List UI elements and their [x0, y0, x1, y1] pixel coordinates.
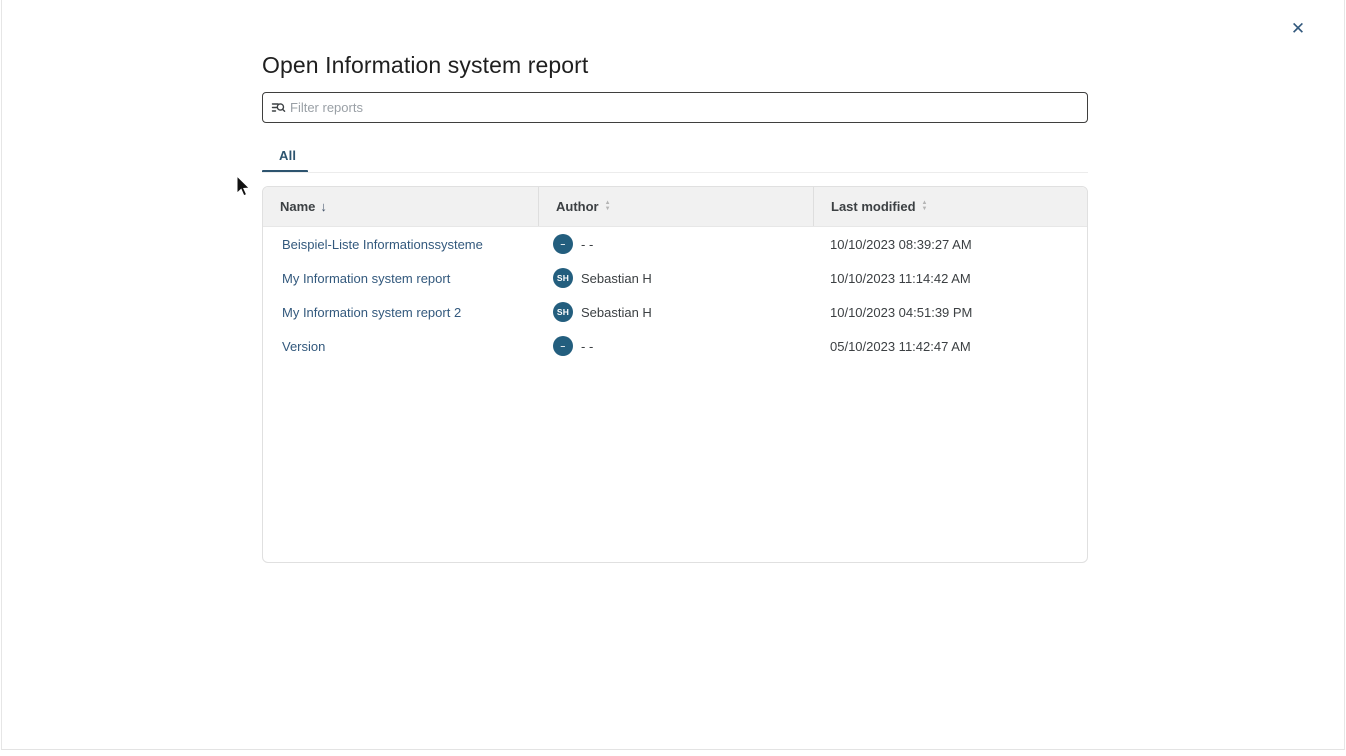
report-name-link[interactable]: Beispiel-Liste Informationssysteme	[282, 237, 483, 252]
table-row: My Information system report SH Sebastia…	[263, 261, 1087, 295]
last-modified-value: 10/10/2023 08:39:27 AM	[830, 237, 972, 252]
column-header-last-modified[interactable]: Last modified ▲ ▼	[813, 187, 1088, 226]
column-header-name[interactable]: Name ↓	[263, 187, 538, 226]
author-avatar: SH	[553, 302, 573, 322]
column-header-author[interactable]: Author ▲ ▼	[538, 187, 813, 226]
column-header-author-label: Author	[556, 199, 599, 214]
author-name: - -	[581, 339, 593, 354]
filter-input-container	[262, 92, 1088, 123]
author-name: Sebastian H	[581, 305, 652, 320]
last-modified-value: 10/10/2023 04:51:39 PM	[830, 305, 972, 320]
report-name-link[interactable]: My Information system report	[282, 271, 450, 286]
reports-table: Name ↓ Author ▲ ▼ Last modified ▲ ▼	[262, 186, 1088, 563]
author-name: - -	[581, 237, 593, 252]
author-avatar: –	[553, 336, 573, 356]
report-name-link[interactable]: My Information system report 2	[282, 305, 461, 320]
report-name-link[interactable]: Version	[282, 339, 325, 354]
author-avatar: –	[553, 234, 573, 254]
last-modified-value: 05/10/2023 11:42:47 AM	[830, 339, 971, 354]
column-header-last-modified-label: Last modified	[831, 199, 916, 214]
table-row: Version – - - 05/10/2023 11:42:47 AM	[263, 329, 1087, 363]
close-icon[interactable]: ✕	[1286, 16, 1310, 40]
table-row: Beispiel-Liste Informationssysteme – - -…	[263, 227, 1087, 261]
last-modified-value: 10/10/2023 11:14:42 AM	[830, 271, 971, 286]
author-name: Sebastian H	[581, 271, 652, 286]
sort-both-icon: ▲ ▼	[922, 201, 928, 212]
filter-reports-input[interactable]	[290, 100, 1079, 115]
sort-both-icon: ▲ ▼	[605, 201, 611, 212]
author-avatar: SH	[553, 268, 573, 288]
tab-all[interactable]: All	[262, 140, 313, 170]
table-body: Beispiel-Liste Informationssysteme – - -…	[263, 227, 1087, 363]
table-header-row: Name ↓ Author ▲ ▼ Last modified ▲ ▼	[263, 187, 1087, 227]
dialog-title: Open Information system report	[262, 52, 588, 79]
screen: ✕ Open Information system report All	[0, 0, 1346, 756]
column-header-name-label: Name	[280, 199, 315, 214]
sort-descending-icon: ↓	[320, 200, 327, 213]
tab-bar-divider	[262, 172, 1088, 173]
open-report-dialog: ✕ Open Information system report All	[1, 0, 1345, 750]
filter-search-icon	[271, 100, 286, 115]
table-row: My Information system report 2 SH Sebast…	[263, 295, 1087, 329]
tab-bar: All	[262, 140, 1088, 174]
